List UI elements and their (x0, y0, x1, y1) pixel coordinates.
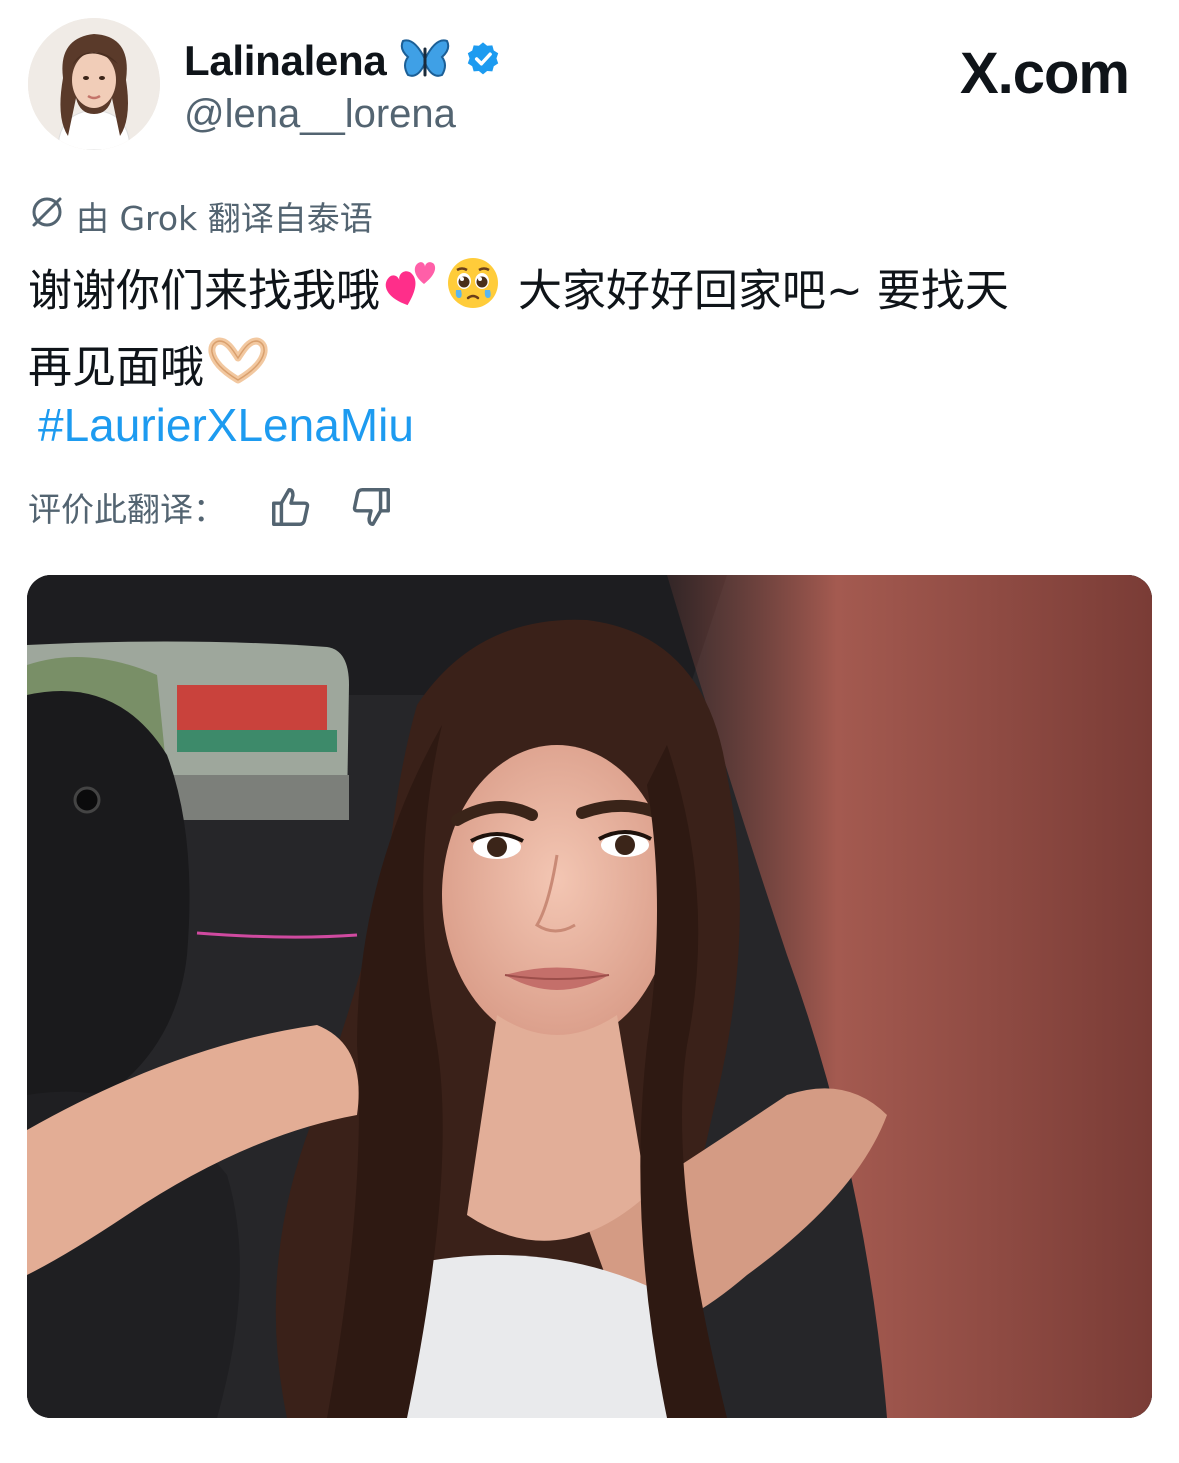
rate-translation-label: 评价此翻译： (28, 490, 226, 529)
verified-badge-icon (464, 40, 502, 82)
translation-notice-text: 由 Grok 翻译自泰语 (76, 199, 373, 238)
heart-hands-emoji (206, 334, 270, 407)
author-name-row[interactable]: Lalinalena (184, 36, 502, 86)
butterfly-emoji (400, 37, 450, 85)
tweet-text-part1: 谢谢你们来找我哦 (28, 265, 380, 317)
thumbs-down-icon (352, 488, 390, 526)
avatar[interactable] (28, 18, 160, 150)
pleading-face-emoji (444, 254, 502, 333)
thumbs-up-icon (272, 488, 310, 526)
tweet-media-photo[interactable] (27, 575, 1152, 1418)
x-brand-logo: X.com (959, 41, 1130, 106)
selfie-in-car-photo (27, 575, 1152, 1418)
hashtag-link[interactable]: #LaurierXLenaMiu (38, 398, 414, 452)
thumbs-down-button[interactable] (346, 482, 396, 532)
two-hearts-emoji (382, 254, 440, 333)
author-handle[interactable]: @lena__lorena (184, 92, 456, 137)
translation-notice[interactable]: 由 Grok 翻译自泰语 (28, 194, 373, 238)
thumbs-up-button[interactable] (266, 482, 316, 532)
tweet-text-line2: 再见面哦 (28, 342, 204, 393)
tweet-text: 谢谢你们来找我哦 大家好好回家吧~ 要找天再见面哦 (28, 254, 1158, 407)
author-display-name[interactable]: Lalinalena (184, 37, 387, 85)
rate-translation-row: 评价此翻译： (28, 482, 396, 532)
avatar-image (28, 18, 160, 150)
tweet-text-part2: 大家好好回家吧~ 要找天 (504, 265, 1009, 317)
grok-icon (28, 193, 66, 239)
